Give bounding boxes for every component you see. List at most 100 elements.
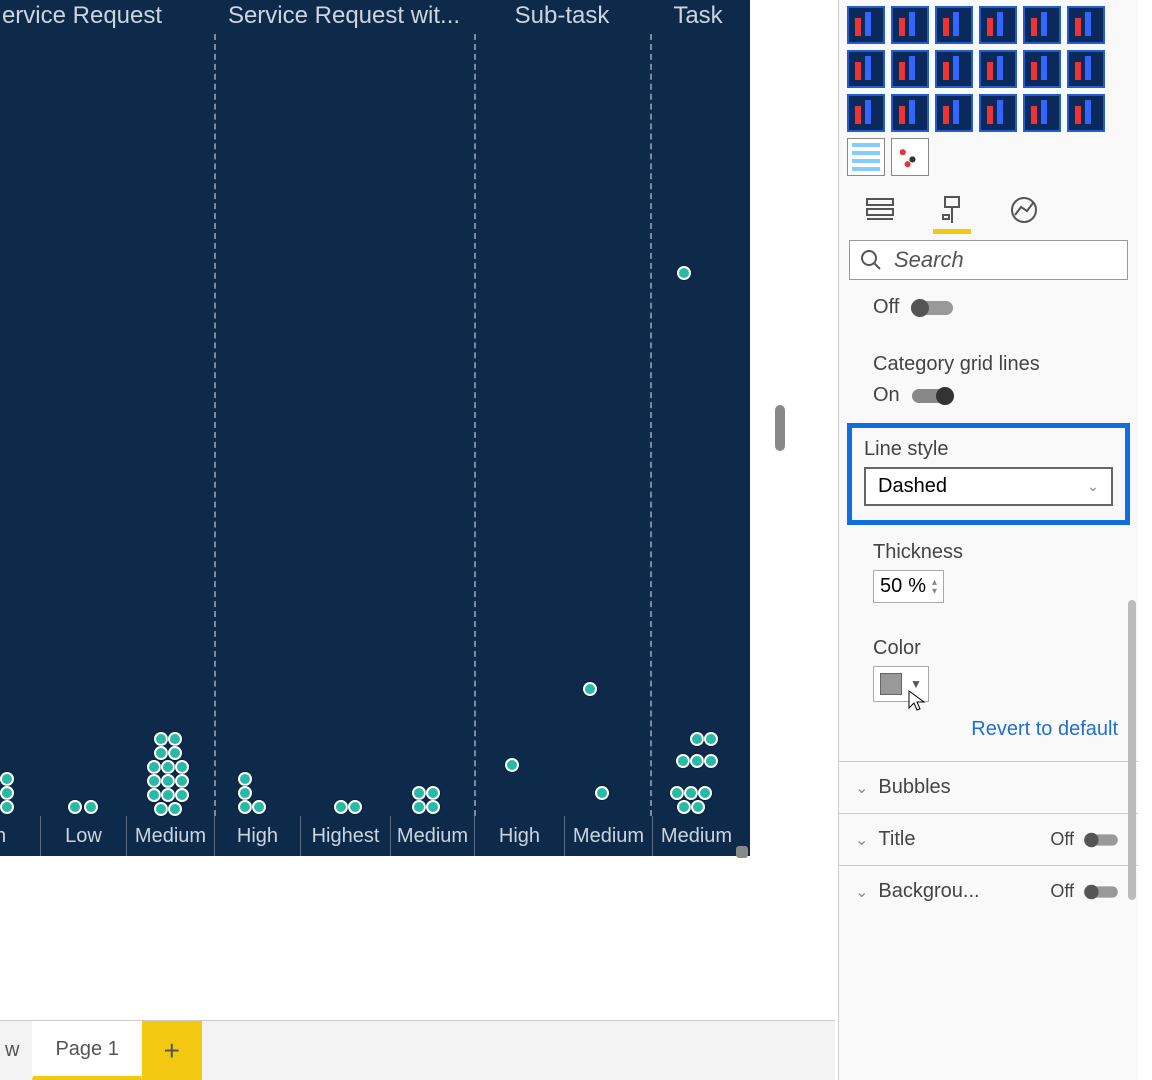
color-picker[interactable]: ▼ [873, 666, 929, 702]
report-canvas[interactable]: ervice Request Service Request wit... Su… [0, 0, 785, 980]
search-placeholder: Search [894, 247, 964, 273]
viz-tile[interactable] [1023, 6, 1061, 44]
page-tab-partial[interactable]: w [0, 1021, 32, 1080]
add-page-button[interactable]: + [142, 1021, 202, 1080]
data-point [0, 786, 14, 800]
accordion-title[interactable]: ⌄ Title Off [839, 813, 1138, 865]
analytics-tab[interactable] [1003, 190, 1045, 230]
viz-tile-dotplot[interactable] [891, 138, 929, 176]
caret-down-icon: ▼ [910, 677, 922, 691]
x-label: Medium [652, 816, 740, 856]
toggle-label: On [873, 384, 900, 407]
viz-tile[interactable] [891, 6, 929, 44]
x-label: High [214, 816, 300, 856]
page-tabs: w Page 1 + [0, 1020, 835, 1080]
toggle-category-grid-lines[interactable] [912, 389, 954, 403]
data-point [690, 754, 704, 768]
viz-tile[interactable] [847, 94, 885, 132]
visualizations-panel: Search Off Category grid lines On Line s… [838, 0, 1138, 1080]
viz-tile[interactable] [979, 94, 1017, 132]
viz-tile[interactable] [847, 50, 885, 88]
viz-tile[interactable] [935, 94, 973, 132]
search-icon [860, 249, 882, 271]
data-point [175, 788, 189, 802]
format-tab[interactable] [931, 190, 973, 230]
data-point [690, 732, 704, 746]
toggle-switch[interactable] [911, 301, 953, 315]
data-point [595, 786, 609, 800]
data-point [84, 800, 98, 814]
select-value: Dashed [878, 475, 947, 498]
data-point [238, 786, 252, 800]
x-label: Medium [564, 816, 652, 856]
viz-tile[interactable] [1067, 50, 1105, 88]
col-header: Task [650, 0, 746, 34]
scatter-chart[interactable]: ervice Request Service Request wit... Su… [0, 0, 750, 856]
chart-scrollbar-vertical[interactable] [775, 405, 785, 451]
viz-tile[interactable] [979, 6, 1017, 44]
chevron-down-icon: ⌄ [855, 830, 868, 850]
col-header: Sub-task [474, 0, 650, 34]
data-point [154, 746, 168, 760]
data-point [704, 732, 718, 746]
toggle-label: Off [1050, 881, 1074, 902]
toggle-label: Off [1050, 829, 1074, 850]
pane-tab-row [839, 182, 1138, 230]
line-style-select[interactable]: Dashed ⌄ [864, 467, 1113, 506]
viz-tile[interactable] [1067, 6, 1105, 44]
viz-tile[interactable] [1023, 50, 1061, 88]
data-point [154, 802, 168, 816]
line-style-highlight: Line style Dashed ⌄ [847, 423, 1130, 525]
data-point [238, 800, 252, 814]
fields-tab[interactable] [859, 190, 901, 230]
data-point [68, 800, 82, 814]
viz-tile-grid[interactable] [847, 138, 885, 176]
data-point [684, 786, 698, 800]
viz-type-gallery [839, 0, 1138, 182]
color-swatch [880, 673, 902, 695]
viz-tile[interactable] [1067, 94, 1105, 132]
viz-tile[interactable] [1023, 94, 1061, 132]
data-point [691, 800, 705, 814]
chart-plot-area [0, 34, 750, 816]
page-tab-page1[interactable]: Page 1 [32, 1021, 141, 1080]
viz-tile[interactable] [935, 6, 973, 44]
data-point [412, 800, 426, 814]
format-search[interactable]: Search [849, 240, 1128, 280]
accordion-label: Title [878, 828, 915, 851]
grid-line [474, 34, 476, 816]
viz-tile[interactable] [891, 94, 929, 132]
x-label: Low [40, 816, 126, 856]
accordion-bubbles[interactable]: ⌄ Bubbles [839, 761, 1138, 813]
data-point [161, 788, 175, 802]
chart-column-headers: ervice Request Service Request wit... Su… [0, 0, 750, 34]
data-point [238, 772, 252, 786]
spinner-icon[interactable]: ▴▾ [932, 578, 937, 596]
data-point [676, 754, 690, 768]
data-point [677, 266, 691, 280]
accordion-label: Bubbles [878, 776, 950, 799]
data-point [168, 732, 182, 746]
toggle-title[interactable] [1084, 834, 1118, 845]
prop-label: Color [873, 637, 1118, 660]
viz-tile[interactable] [847, 6, 885, 44]
thickness-value: 50 [880, 575, 902, 598]
data-point [161, 774, 175, 788]
data-point [147, 774, 161, 788]
data-point [426, 786, 440, 800]
chart-scrollbar-corner[interactable] [736, 846, 748, 858]
accordion-background[interactable]: ⌄ Backgrou... Off [839, 865, 1138, 917]
col-header: Service Request wit... [214, 0, 474, 34]
col-header: ervice Request [0, 0, 214, 34]
data-point [698, 786, 712, 800]
prop-category-grid-lines: Category grid lines On [839, 347, 1138, 413]
toggle-background[interactable] [1084, 886, 1118, 897]
viz-tile[interactable] [891, 50, 929, 88]
thickness-input[interactable]: 50 % ▴▾ [873, 570, 944, 603]
panel-scrollbar[interactable] [1128, 600, 1136, 900]
x-label: Medium [126, 816, 214, 856]
viz-tile[interactable] [979, 50, 1017, 88]
revert-to-default[interactable]: Revert to default [839, 708, 1138, 761]
viz-tile[interactable] [935, 50, 973, 88]
data-point [147, 760, 161, 774]
